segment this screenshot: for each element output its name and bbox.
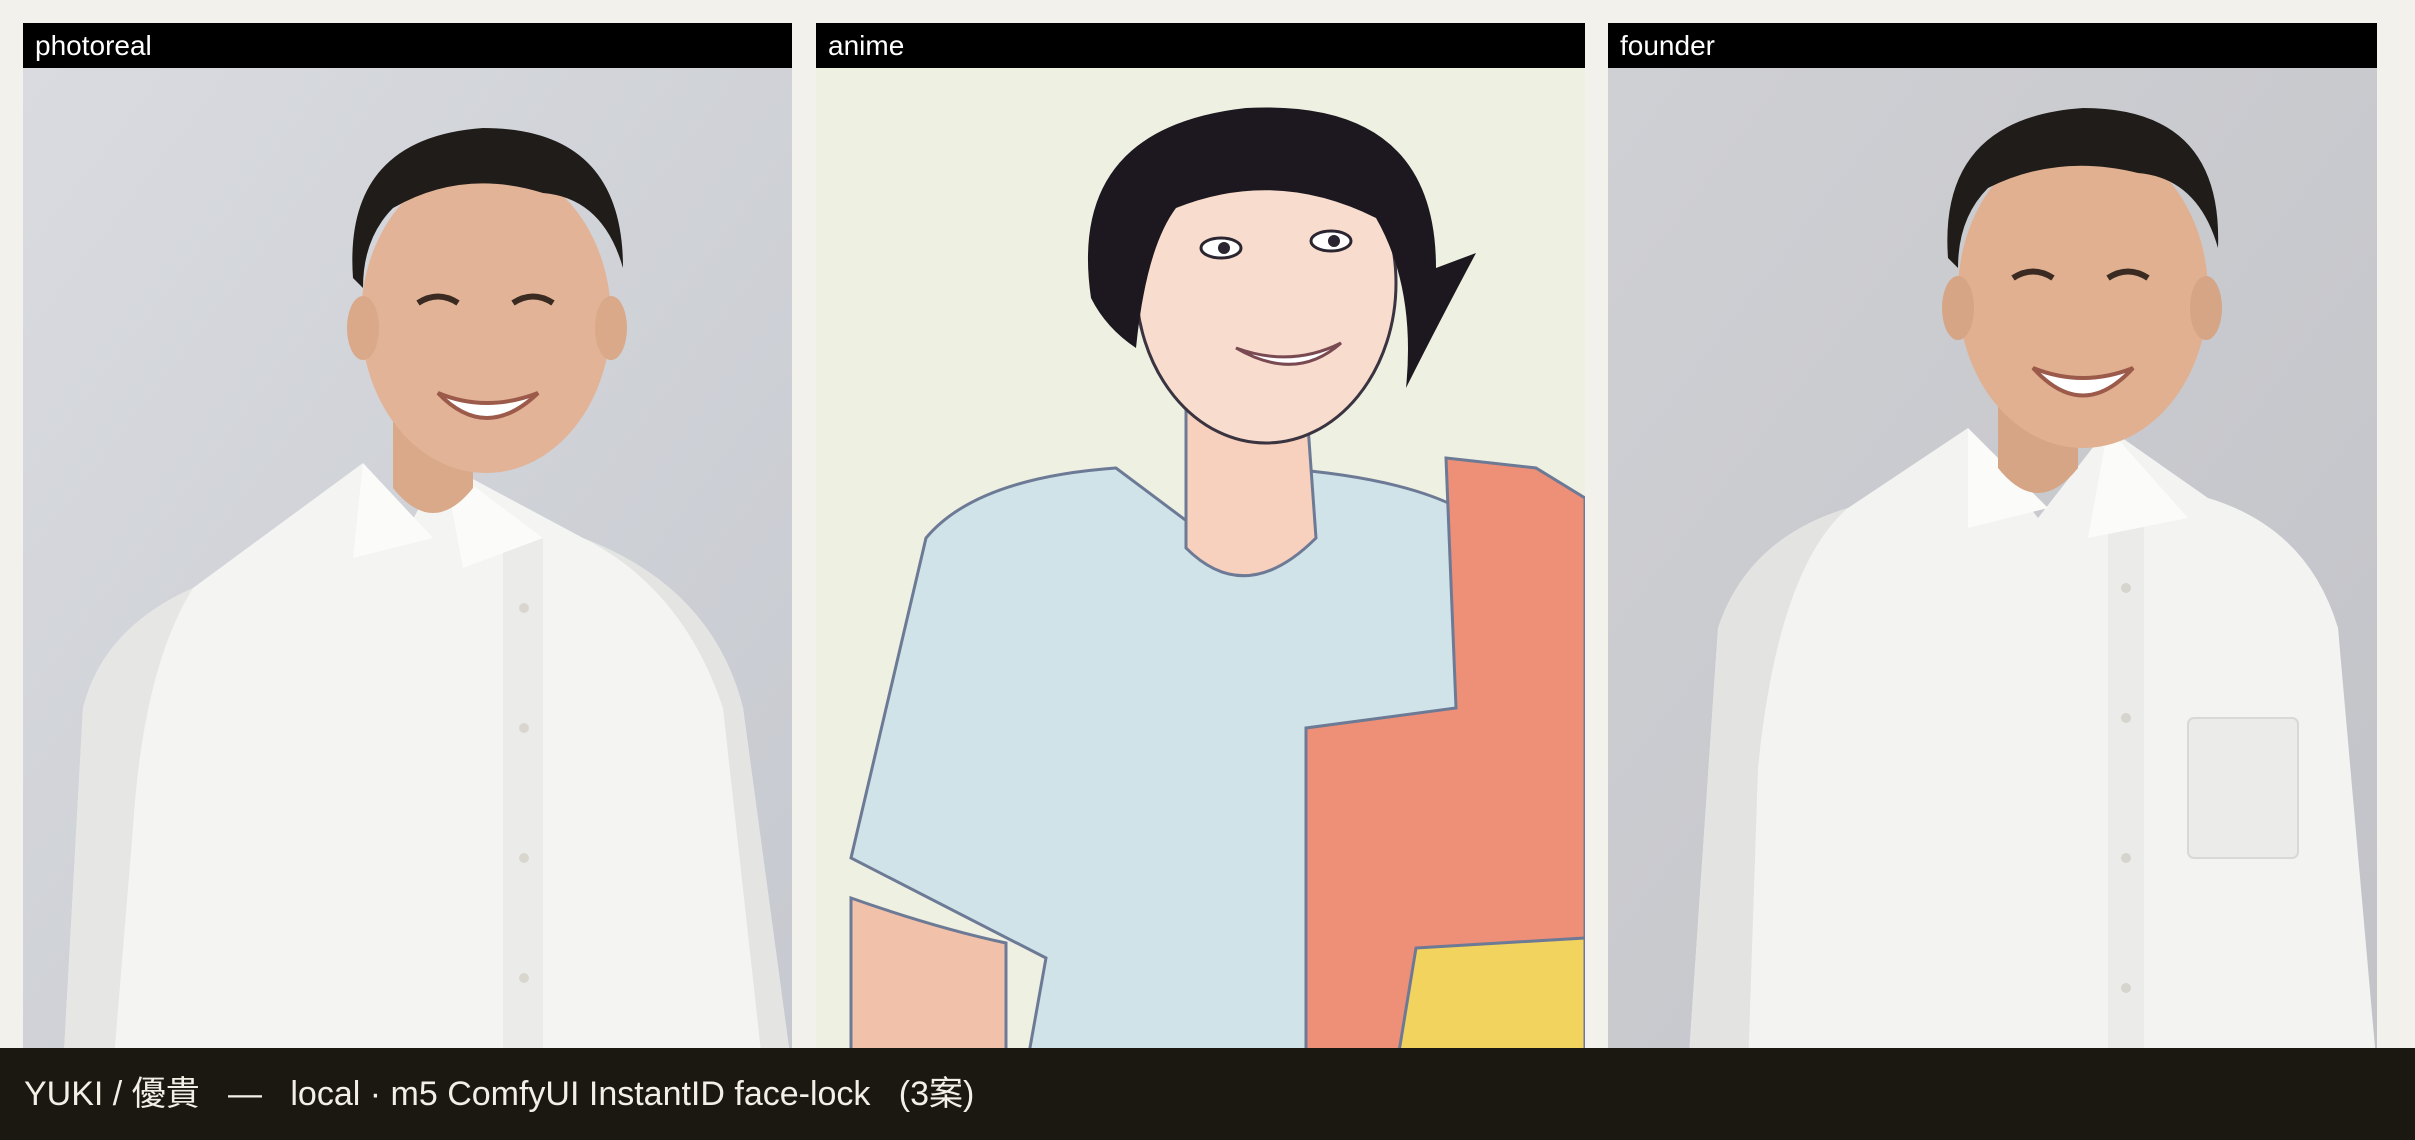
portrait-anime-image (816, 68, 1585, 1048)
panel-label: photoreal (23, 23, 792, 68)
panel-photoreal: photoreal (23, 23, 792, 1048)
panel-label: founder (1608, 23, 2377, 68)
caption-bar: YUKI / 優貴 — local · m5 ComfyUI InstantID… (0, 1048, 2415, 1140)
comparison-sheet: photoreal anime founder YUKI / 優貴 — loca… (0, 0, 2415, 1140)
panel-anime: anime (816, 23, 1585, 1048)
portrait-photoreal-image (23, 68, 792, 1048)
portrait-founder-image (1608, 68, 2377, 1048)
panel-founder: founder (1608, 23, 2377, 1048)
panel-label: anime (816, 23, 1585, 68)
